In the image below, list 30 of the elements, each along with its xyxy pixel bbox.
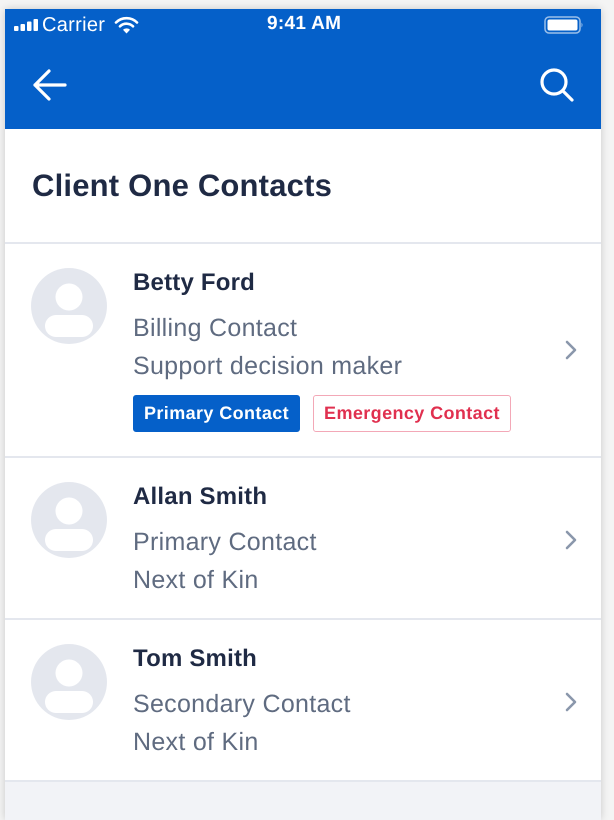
contact-tag: Emergency Contact (313, 395, 511, 432)
chevron-right-icon (565, 692, 577, 712)
contact-row[interactable]: Betty Ford Billing Contact Support decision maker Primary Contact Emergency Contact (5, 244, 601, 458)
avatar-icon (31, 482, 107, 558)
wifi-icon (114, 16, 140, 34)
time-label: 9:41 AM (267, 12, 342, 36)
contact-name: Tom Smith (133, 644, 258, 674)
contact-name: Allan Smith (133, 482, 268, 512)
avatar-icon (31, 644, 107, 720)
back-arrow-icon (33, 68, 67, 100)
contact-role: Support decision maker (133, 351, 402, 382)
contact-name: Betty Ford (133, 268, 255, 298)
contact-role: Primary Contact (133, 527, 317, 558)
carrier-label: Carrier (42, 12, 106, 36)
contact-role: Secondary Contact (133, 689, 351, 720)
chevron-right-icon (565, 530, 577, 550)
search-button[interactable] (540, 68, 574, 102)
back-button[interactable] (33, 68, 67, 100)
battery-icon (544, 16, 584, 34)
contact-role: Billing Contact (133, 313, 298, 344)
avatar-icon (31, 268, 107, 344)
contact-role: Next of Kin (133, 727, 259, 758)
search-icon (540, 68, 574, 102)
contact-row[interactable]: Allan Smith Primary Contact Next of Kin (5, 458, 601, 620)
contact-row[interactable]: Tom Smith Secondary Contact Next of Kin (5, 620, 601, 782)
contact-role: Next of Kin (133, 565, 259, 596)
contact-tag: Primary Contact (133, 395, 300, 432)
page-title: Client One Contacts (32, 166, 332, 204)
signal-icon (14, 18, 38, 30)
chevron-right-icon (565, 340, 577, 360)
